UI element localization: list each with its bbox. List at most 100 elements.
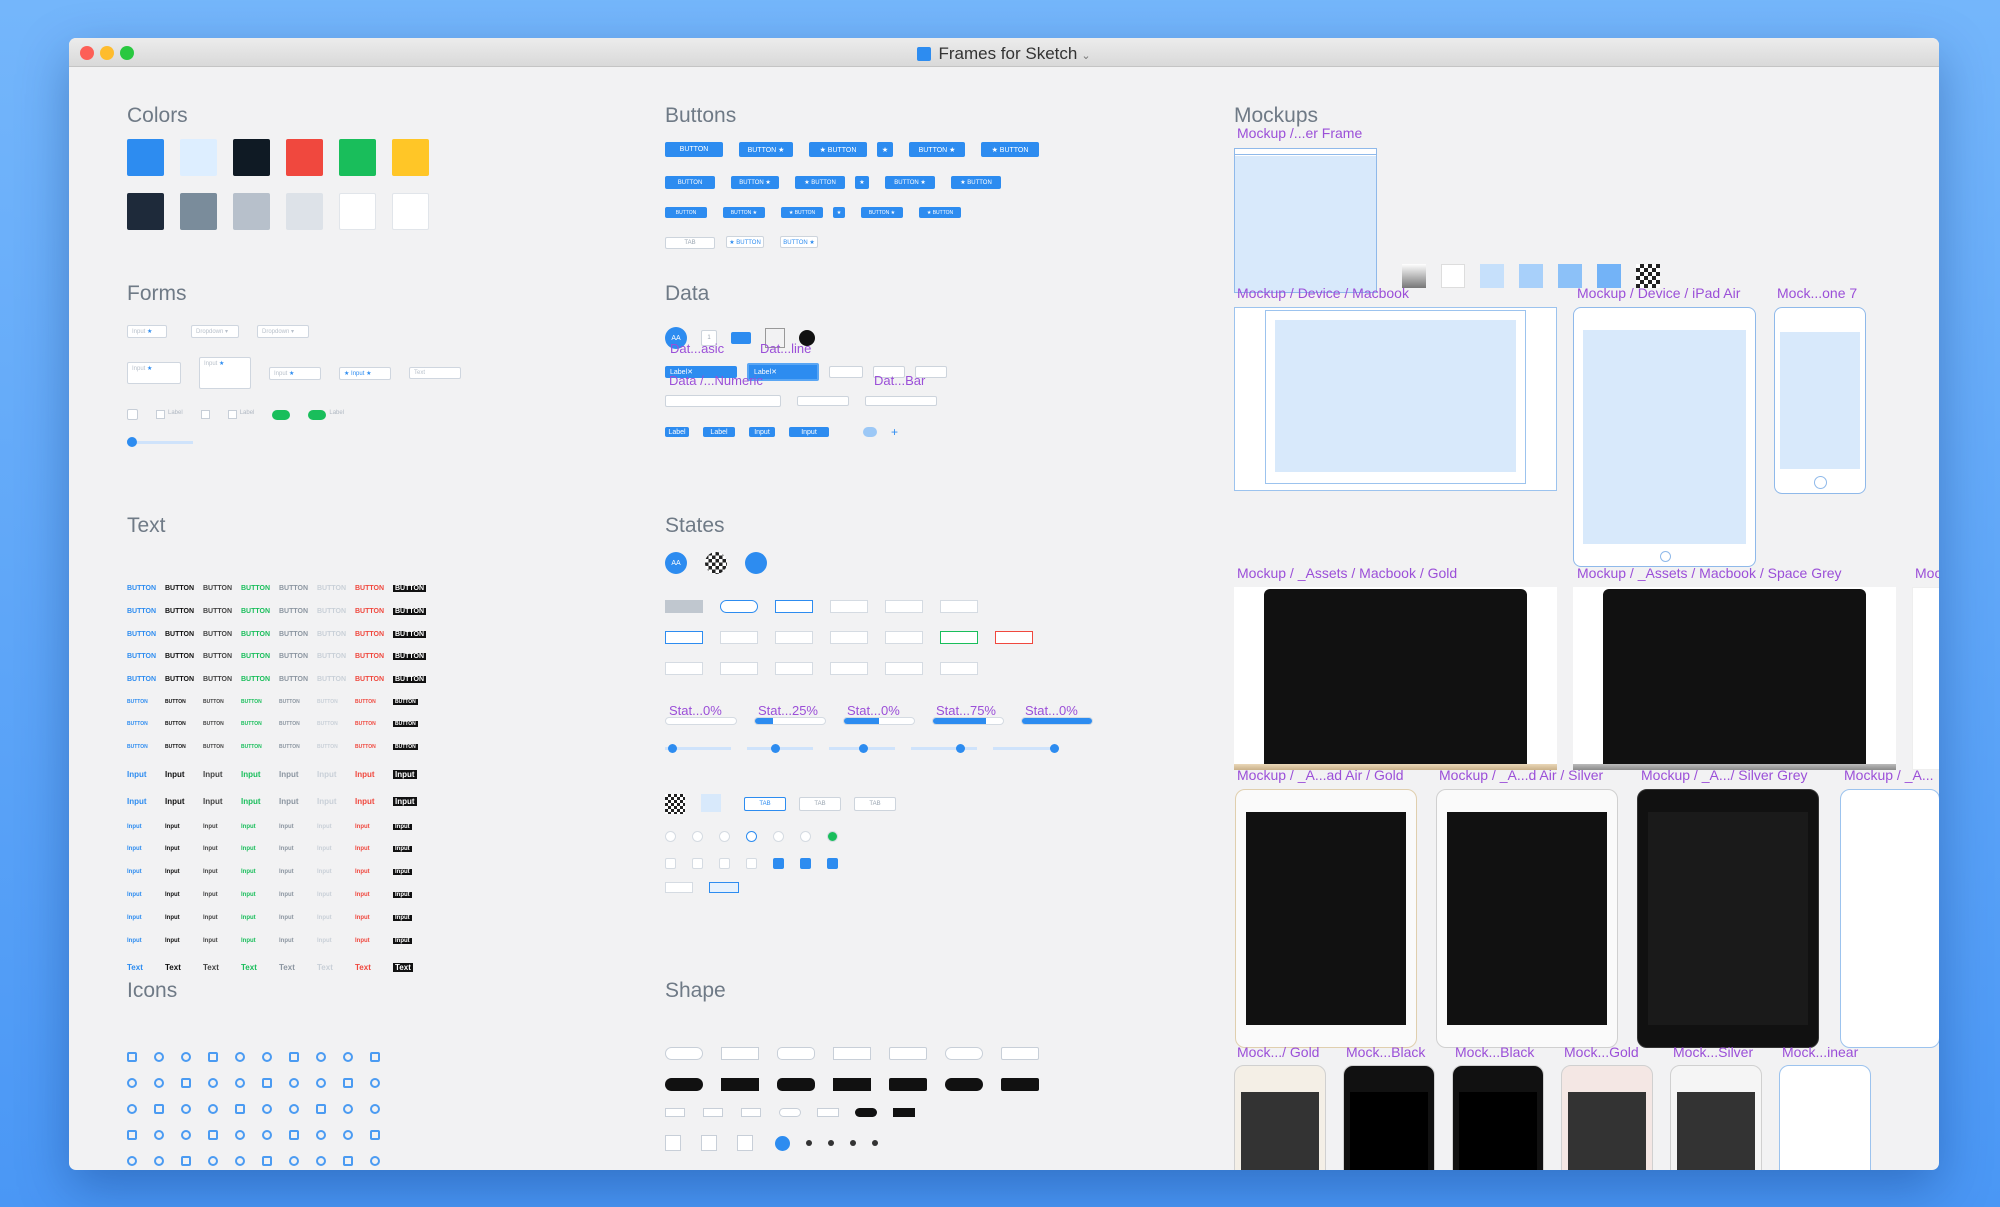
checkbox-state[interactable] bbox=[773, 858, 784, 869]
glyph-icon[interactable] bbox=[289, 1130, 299, 1140]
glyph-icon[interactable] bbox=[208, 1104, 218, 1114]
radio-state[interactable] bbox=[746, 831, 757, 842]
glyph-icon[interactable] bbox=[154, 1156, 164, 1166]
state-field[interactable] bbox=[940, 662, 978, 675]
glyph-icon[interactable] bbox=[181, 1104, 191, 1114]
primary-button[interactable]: BUTTON ★ bbox=[731, 176, 779, 189]
shape-square[interactable] bbox=[665, 1135, 681, 1151]
phone-mockup[interactable] bbox=[1779, 1065, 1871, 1170]
glyph-icon[interactable] bbox=[181, 1052, 191, 1062]
shape-outline[interactable] bbox=[945, 1047, 983, 1060]
glyph-icon[interactable] bbox=[154, 1078, 164, 1088]
glyph-icon[interactable] bbox=[289, 1104, 299, 1114]
glyph-icon[interactable] bbox=[316, 1156, 326, 1166]
glyph-icon[interactable] bbox=[343, 1156, 353, 1166]
shape-outline[interactable] bbox=[721, 1047, 759, 1060]
slider-thumb[interactable] bbox=[668, 744, 677, 753]
input-chip[interactable]: Input bbox=[789, 427, 829, 437]
radio-state[interactable] bbox=[665, 831, 676, 842]
state-field[interactable] bbox=[720, 600, 758, 613]
glyph-icon[interactable] bbox=[289, 1052, 299, 1062]
white-swatch[interactable] bbox=[1441, 264, 1465, 288]
glyph-icon[interactable] bbox=[154, 1052, 164, 1062]
shape-outline[interactable] bbox=[889, 1047, 927, 1060]
glyph-icon[interactable] bbox=[262, 1104, 272, 1114]
glyph-icon[interactable] bbox=[181, 1156, 191, 1166]
checkbox-labeled[interactable]: Label bbox=[227, 410, 254, 419]
button-state[interactable] bbox=[665, 882, 693, 893]
state-field[interactable] bbox=[830, 631, 868, 644]
glyph-icon[interactable] bbox=[262, 1052, 272, 1062]
radio-state[interactable] bbox=[719, 831, 730, 842]
outline-button[interactable]: BUTTON ★ bbox=[780, 236, 818, 248]
checkbox-state[interactable] bbox=[746, 858, 757, 869]
tab-state[interactable]: TAB bbox=[854, 797, 896, 811]
glyph-icon[interactable] bbox=[235, 1156, 245, 1166]
window-title[interactable]: Frames for Sketch ⌄ bbox=[69, 44, 1939, 64]
dropdown-field[interactable]: Dropdown ▾ bbox=[191, 325, 239, 338]
primary-button[interactable]: ★ BUTTON bbox=[795, 176, 845, 189]
color-swatch[interactable] bbox=[339, 139, 376, 176]
primary-button[interactable]: BUTTON bbox=[665, 207, 707, 218]
input-chip[interactable]: Input bbox=[749, 427, 775, 437]
glyph-icon[interactable] bbox=[343, 1052, 353, 1062]
color-swatch[interactable] bbox=[127, 139, 164, 176]
outline-button[interactable]: ★ BUTTON bbox=[726, 236, 764, 248]
glyph-icon[interactable] bbox=[127, 1052, 137, 1062]
glyph-icon[interactable] bbox=[316, 1052, 326, 1062]
dropdown-field[interactable]: Dropdown ▾ bbox=[257, 325, 309, 338]
glyph-icon[interactable] bbox=[262, 1078, 272, 1088]
primary-button[interactable]: ★ bbox=[877, 142, 893, 157]
tab-button[interactable]: TAB bbox=[665, 237, 715, 249]
slider-thumb[interactable] bbox=[956, 744, 965, 753]
shape-small[interactable] bbox=[855, 1108, 877, 1117]
state-field[interactable] bbox=[940, 631, 978, 644]
state-slider[interactable] bbox=[747, 744, 813, 753]
primary-button[interactable]: BUTTON ★ bbox=[909, 142, 965, 157]
glyph-icon[interactable] bbox=[262, 1130, 272, 1140]
shape-small[interactable] bbox=[665, 1108, 685, 1117]
checkbox-state[interactable] bbox=[800, 858, 811, 869]
primary-button[interactable]: BUTTON ★ bbox=[861, 207, 903, 218]
state-field[interactable] bbox=[720, 631, 758, 644]
state-slider[interactable] bbox=[829, 744, 895, 753]
glyph-icon[interactable] bbox=[235, 1078, 245, 1088]
shape-filled[interactable] bbox=[665, 1078, 703, 1091]
ipad-gold-mockup[interactable] bbox=[1235, 789, 1417, 1048]
glyph-icon[interactable] bbox=[208, 1130, 218, 1140]
phone-mockup[interactable] bbox=[1452, 1065, 1544, 1170]
ipad-mockup-partial[interactable] bbox=[1840, 789, 1939, 1048]
label-chip[interactable]: Label bbox=[665, 427, 689, 437]
tab-state[interactable]: TAB bbox=[799, 797, 841, 811]
state-field[interactable] bbox=[940, 600, 978, 613]
radio-state[interactable] bbox=[773, 831, 784, 842]
shape-filled[interactable] bbox=[889, 1078, 927, 1091]
glyph-icon[interactable] bbox=[181, 1130, 191, 1140]
shape-filled[interactable] bbox=[721, 1078, 759, 1091]
checkbox-state[interactable] bbox=[665, 858, 676, 869]
state-field[interactable] bbox=[665, 662, 703, 675]
shape-outline[interactable] bbox=[1001, 1047, 1039, 1060]
color-swatch[interactable] bbox=[286, 139, 323, 176]
input-field[interactable]: ★ Input ★ bbox=[339, 366, 391, 380]
glyph-icon[interactable] bbox=[370, 1104, 380, 1114]
phone-mockup[interactable] bbox=[1561, 1065, 1653, 1170]
state-field[interactable] bbox=[665, 600, 703, 613]
checkbox-state[interactable] bbox=[719, 858, 730, 869]
ipad-device-mockup[interactable] bbox=[1573, 307, 1756, 567]
shape-small[interactable] bbox=[703, 1108, 723, 1117]
blue-swatch[interactable] bbox=[1480, 264, 1504, 288]
state-field[interactable] bbox=[885, 662, 923, 675]
slider[interactable] bbox=[127, 437, 193, 447]
checkbox-state[interactable] bbox=[692, 858, 703, 869]
glyph-icon[interactable] bbox=[370, 1156, 380, 1166]
color-swatch[interactable] bbox=[180, 193, 217, 230]
shape-small[interactable] bbox=[779, 1108, 801, 1117]
primary-button[interactable]: ★ bbox=[833, 207, 845, 218]
glyph-icon[interactable] bbox=[127, 1156, 137, 1166]
state-field[interactable] bbox=[775, 600, 813, 613]
color-swatch[interactable] bbox=[180, 139, 217, 176]
glyph-icon[interactable] bbox=[316, 1104, 326, 1114]
glyph-icon[interactable] bbox=[370, 1130, 380, 1140]
shape-small[interactable] bbox=[893, 1108, 915, 1117]
